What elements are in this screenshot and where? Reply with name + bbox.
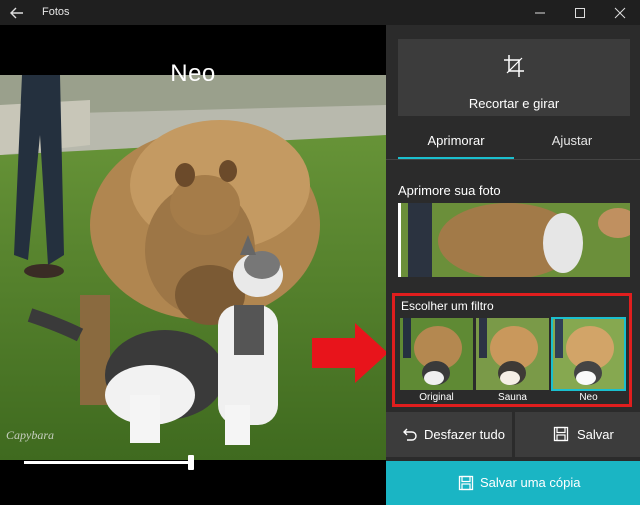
undo-icon — [403, 428, 417, 441]
filter-label-original: Original — [419, 392, 454, 403]
tab-enhance[interactable]: Aprimorar — [398, 131, 514, 161]
tab-adjust-label: Ajustar — [551, 133, 593, 148]
crop-rotate-label: Recortar e girar — [468, 96, 560, 111]
tabs-divider — [386, 159, 640, 160]
enhance-title: Aprimore sua foto — [398, 183, 501, 198]
maximize-icon — [575, 8, 585, 18]
undo-all-button[interactable]: Desfazer tudo — [386, 412, 512, 457]
filter-thumb-neo[interactable] — [551, 317, 626, 391]
filter-label-neo: Neo — [579, 392, 598, 403]
minimize-icon — [535, 12, 545, 14]
save-button[interactable]: Salvar — [515, 412, 640, 457]
filter-label-sauna: Sauna — [498, 392, 527, 403]
filter-title: Escolher um filtro — [401, 299, 494, 313]
close-button[interactable] — [600, 0, 640, 25]
crop-rotate-button[interactable]: Recortar e girar — [398, 39, 630, 116]
tab-adjust[interactable]: Ajustar — [514, 131, 630, 161]
photo-viewer: Capybara Neo — [0, 25, 386, 505]
title-bar: Fotos — [0, 0, 640, 25]
red-arrow-icon — [312, 323, 388, 383]
filter-thumb-sauna[interactable] — [476, 318, 549, 390]
back-arrow-icon[interactable] — [8, 4, 26, 22]
save-label: Salvar — [577, 427, 614, 442]
sauna-filter-preview — [476, 318, 549, 390]
save-copy-icon — [458, 475, 474, 491]
enhance-preview-image — [398, 203, 630, 277]
edit-panel: Recortar e girar Aprimorar Ajustar Aprim… — [386, 25, 640, 505]
edit-tabs: Aprimorar Ajustar — [386, 131, 640, 161]
neo-filter-preview — [552, 318, 625, 390]
filter-selection-box: Escolher um filtro Original Sauna Neo — [392, 293, 632, 407]
original-filter-preview — [400, 318, 473, 390]
enhance-preview[interactable] — [398, 203, 630, 277]
window-title: Fotos — [42, 6, 70, 18]
minimize-button[interactable] — [520, 0, 560, 25]
close-icon — [614, 7, 626, 19]
capybara-cat-photo: Capybara — [0, 75, 386, 460]
maximize-button[interactable] — [560, 0, 600, 25]
filter-intensity-slider[interactable] — [24, 455, 194, 470]
slider-track[interactable] — [24, 461, 192, 464]
tab-enhance-label: Aprimorar — [427, 133, 485, 148]
enhance-slider-bar[interactable] — [398, 203, 401, 277]
save-copy-label: Salvar uma cópia — [480, 475, 581, 490]
filter-thumb-original[interactable] — [400, 318, 473, 390]
save-copy-button[interactable]: Salvar uma cópia — [386, 461, 640, 505]
watermark-text: Capybara — [6, 428, 54, 442]
crop-icon — [504, 55, 524, 77]
undo-all-label: Desfazer tudo — [424, 427, 505, 442]
save-icon — [553, 426, 569, 442]
slider-thumb[interactable] — [188, 455, 194, 470]
applied-filter-name: Neo — [170, 60, 216, 87]
